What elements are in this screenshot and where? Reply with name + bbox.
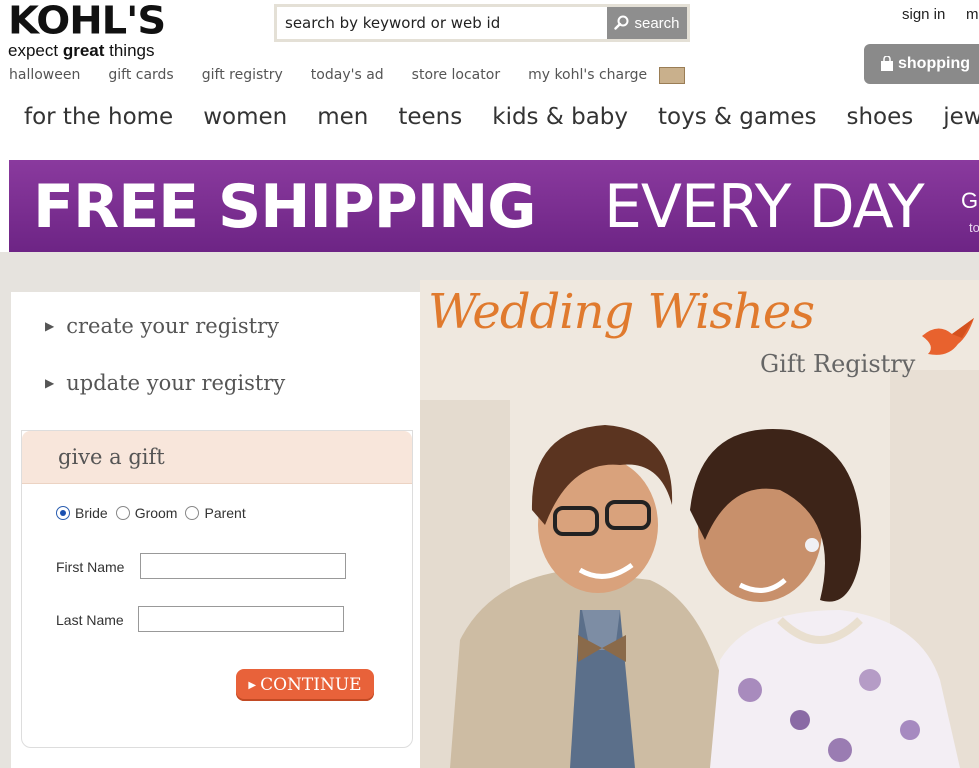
first-name-field[interactable] <box>140 553 346 579</box>
banner-headline-bold: FREE SHIPPING <box>33 172 537 242</box>
tagline-pre: expect <box>8 41 63 60</box>
last-name-label: Last Name <box>56 612 124 628</box>
radio-groom[interactable] <box>115 506 130 520</box>
tagline-bold: great <box>62 41 105 60</box>
search-icon <box>614 15 629 30</box>
utility-link-halloween[interactable]: halloween <box>9 67 80 84</box>
triangle-right-icon: ▶ <box>45 319 55 333</box>
first-name-label: First Name <box>56 559 125 575</box>
dove-icon <box>922 318 974 355</box>
create-registry-label: create your registry <box>66 314 280 338</box>
credit-card-icon <box>659 67 686 84</box>
radio-parent[interactable] <box>185 506 200 520</box>
search-input[interactable] <box>277 7 607 39</box>
utility-link-todays-ad[interactable]: today's ad <box>311 67 384 84</box>
search-button-label: search <box>634 14 680 32</box>
create-registry-link[interactable]: ▶ create your registry <box>45 314 279 338</box>
category-kids-baby[interactable]: kids & baby <box>492 104 628 130</box>
free-shipping-banner[interactable]: FREE SHIPPING EVERY DAY G tod <box>9 160 979 252</box>
utility-link-gift-registry[interactable]: gift registry <box>202 67 283 84</box>
continue-button[interactable]: ▶ CONTINUE <box>236 669 374 701</box>
category-for-the-home[interactable]: for the home <box>24 104 173 130</box>
category-shoes[interactable]: shoes <box>847 104 914 130</box>
logo-wordmark: KOHL'S <box>8 0 166 43</box>
wedding-hero-image: Wedding Wishes Gift Registry <box>420 280 979 768</box>
triangle-right-icon: ▶ <box>45 376 55 390</box>
registry-panel: ▶ create your registry ▶ update your regis… <box>11 292 420 768</box>
registry-stage: ▶ create your registry ▶ update your regis… <box>0 252 979 768</box>
sign-in-link[interactable]: sign in <box>902 6 945 23</box>
utility-nav: halloween gift cards gift registry today… <box>9 67 686 84</box>
utility-link-store-locator[interactable]: store locator <box>412 67 500 84</box>
wedding-wishes-title: Wedding Wishes <box>428 284 815 340</box>
kohls-logo[interactable]: KOHL'S expect great things <box>8 0 166 61</box>
gift-registry-subtitle: Gift Registry <box>760 350 916 378</box>
banner-headline-light: EVERY DAY <box>604 172 925 242</box>
search-button[interactable]: search <box>607 7 687 39</box>
banner-trailing-small: tod <box>969 220 979 235</box>
radio-bride-label: Bride <box>75 505 108 521</box>
category-toys-games[interactable]: toys & games <box>658 104 816 130</box>
search-bar: search <box>274 4 690 42</box>
category-teens[interactable]: teens <box>398 104 462 130</box>
shopping-bag-icon <box>881 56 893 71</box>
category-nav: for the home women men teens kids & baby… <box>24 104 979 130</box>
category-men[interactable]: men <box>317 104 368 130</box>
category-women[interactable]: women <box>203 104 287 130</box>
logo-tagline: expect great things <box>8 41 165 61</box>
continue-button-label: CONTINUE <box>260 675 362 695</box>
category-jewelry[interactable]: jewel <box>943 104 979 130</box>
radio-bride[interactable] <box>56 506 70 520</box>
header-link-truncated[interactable]: m <box>966 6 979 23</box>
site-header: KOHL'S expect great things search sign i… <box>0 0 979 160</box>
utility-link-gift-cards[interactable]: gift cards <box>108 67 173 84</box>
triangle-right-icon: ▶ <box>248 679 257 691</box>
radio-groom-label: Groom <box>134 505 178 521</box>
give-a-gift-heading: give a gift <box>22 431 412 484</box>
update-registry-link[interactable]: ▶ update your registry <box>45 371 285 395</box>
last-name-field[interactable] <box>138 606 344 632</box>
banner-trailing-text: G <box>961 188 979 213</box>
give-a-gift-box: give a gift Bride Groom Parent First Nam… <box>21 430 413 748</box>
tagline-post: things <box>104 41 155 60</box>
role-radio-group: Bride Groom Parent <box>56 505 254 521</box>
radio-parent-label: Parent <box>204 505 246 521</box>
shopping-bag-label: shopping <box>898 55 970 72</box>
update-registry-label: update your registry <box>66 371 286 395</box>
shopping-bag-button[interactable]: shopping <box>864 44 979 84</box>
utility-link-kohls-charge[interactable]: my kohl's charge <box>528 67 647 84</box>
